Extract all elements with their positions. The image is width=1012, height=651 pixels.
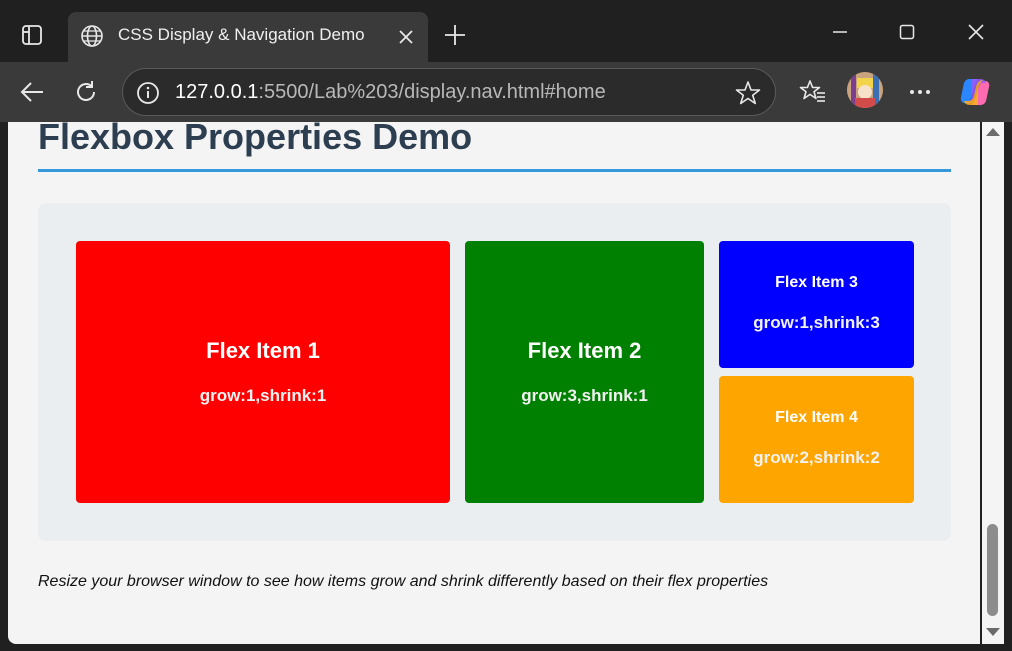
minimize-icon[interactable] xyxy=(822,18,858,46)
vertical-scrollbar[interactable] xyxy=(982,122,1004,644)
copilot-icon[interactable] xyxy=(957,74,993,110)
close-icon[interactable] xyxy=(394,25,418,49)
flex-item-props: grow:3,shrink:1 xyxy=(521,386,648,405)
flex-item-1: Flex Item 1 grow:1,shrink:1 xyxy=(76,241,450,503)
favorites-icon[interactable] xyxy=(795,74,831,110)
flex-item-props: grow:1,shrink:3 xyxy=(753,313,880,332)
flex-item-title: Flex Item 4 xyxy=(775,409,858,426)
page-title: Flexbox Properties Demo xyxy=(38,122,473,157)
more-icon[interactable] xyxy=(902,74,938,110)
address-bar[interactable]: 127.0.0.1:5500/Lab%203/display.nav.html#… xyxy=(122,68,776,116)
back-arrow-icon[interactable] xyxy=(14,74,50,110)
scrollbar-thumb[interactable] xyxy=(987,524,998,616)
tab-actions-icon[interactable] xyxy=(12,18,52,52)
flex-item-title: Flex Item 1 xyxy=(206,338,320,363)
info-icon[interactable] xyxy=(135,80,161,106)
flex-container: Flex Item 1 grow:1,shrink:1 Flex Item 2 … xyxy=(38,203,951,541)
flex-item-title: Flex Item 3 xyxy=(775,274,858,291)
maximize-icon[interactable] xyxy=(889,18,925,46)
url-host: 127.0.0.1 xyxy=(175,81,259,103)
browser-tab[interactable]: CSS Display & Navigation Demo xyxy=(68,12,428,62)
flex-item-props: grow:1,shrink:1 xyxy=(199,386,327,405)
resize-caption: Resize your browser window to see how it… xyxy=(38,573,769,590)
title-divider xyxy=(38,169,951,172)
star-icon[interactable] xyxy=(735,80,761,106)
page-viewport: Flexbox Properties Demo Flex Item 1 grow… xyxy=(8,122,980,644)
url-text[interactable]: 127.0.0.1:5500/Lab%203/display.nav.html#… xyxy=(175,81,606,104)
refresh-icon[interactable] xyxy=(68,74,104,110)
flex-item-2: Flex Item 2 grow:3,shrink:1 xyxy=(465,241,704,503)
flex-item-title: Flex Item 2 xyxy=(527,338,642,363)
scroll-up-arrow-icon[interactable] xyxy=(986,128,1000,136)
globe-icon xyxy=(80,24,104,48)
title-bar: CSS Display & Navigation Demo xyxy=(0,0,1012,62)
window-close-icon[interactable] xyxy=(958,18,994,46)
url-path: :5500/Lab%203/display.nav.html#home xyxy=(258,81,606,103)
plus-icon[interactable] xyxy=(440,20,470,50)
scroll-down-arrow-icon[interactable] xyxy=(986,628,1000,636)
avatar[interactable] xyxy=(847,72,883,108)
flex-item-props: grow:2,shrink:2 xyxy=(753,448,880,467)
flex-item-4: Flex Item 4 grow:2,shrink:2 xyxy=(719,376,914,503)
flex-item-3: Flex Item 3 grow:1,shrink:3 xyxy=(719,241,914,368)
tab-title: CSS Display & Navigation Demo xyxy=(118,25,365,44)
